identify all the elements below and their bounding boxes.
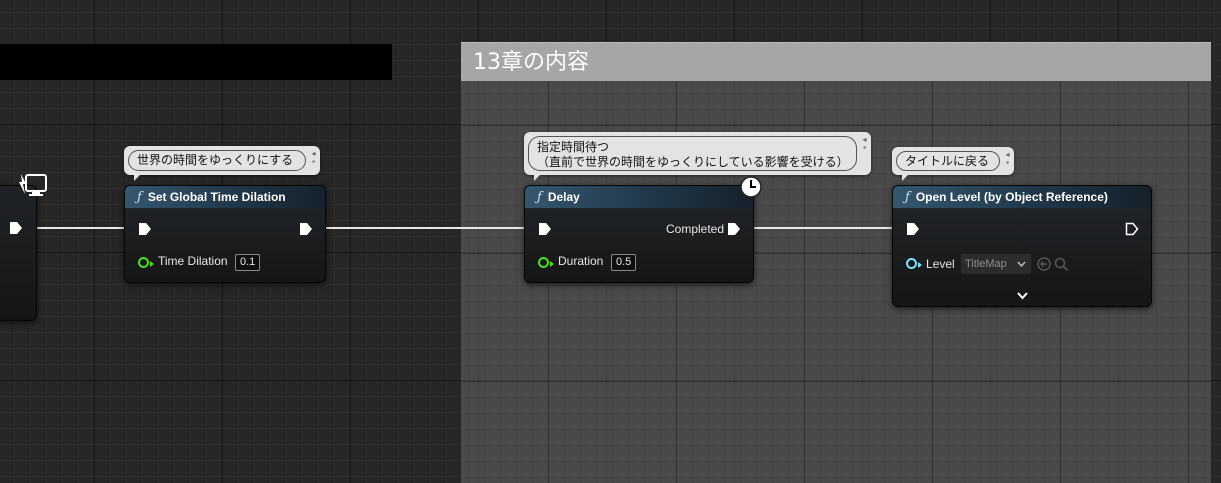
- node-header[interactable]: ƒ Delay: [525, 186, 753, 208]
- comment-bubble[interactable]: タイトルに戻る ◂ ▪: [892, 147, 1014, 181]
- float-pin[interactable]: [138, 257, 154, 268]
- function-icon: ƒ: [905, 190, 910, 205]
- duration-input[interactable]: 0.5: [611, 254, 637, 271]
- exec-pin-out[interactable]: [299, 222, 313, 236]
- comment-text: 指定時間待つ: [537, 140, 610, 154]
- pin-icon[interactable]: ◂ ▪: [860, 136, 869, 154]
- function-icon: ƒ: [537, 190, 542, 205]
- comment-box-black[interactable]: [0, 44, 392, 80]
- float-pin[interactable]: [538, 257, 554, 268]
- function-icon: ƒ: [137, 190, 142, 205]
- chevron-down-icon: [1017, 261, 1026, 267]
- exec-wire[interactable]: [742, 227, 904, 229]
- exec-pin-out[interactable]: [9, 221, 23, 235]
- comment-text: （直前で世界の時間をゆっくりにしている影響を受ける）: [537, 155, 849, 169]
- exec-pin-out[interactable]: [1125, 222, 1139, 236]
- comment-text: タイトルに戻る: [905, 154, 990, 168]
- level-value: TitleMap: [965, 258, 1007, 270]
- clock-icon: [740, 176, 762, 198]
- exec-pin-in[interactable]: [138, 222, 152, 236]
- node-title: Delay: [547, 190, 580, 204]
- time-dilation-input[interactable]: 0.1: [235, 254, 261, 271]
- node-title: Set Global Time Dilation: [147, 190, 286, 204]
- network-replication-icon: [19, 174, 47, 196]
- pin-label: Time Dilation: [158, 254, 228, 268]
- comment-text: 世界の時間をゆっくりにする: [137, 153, 294, 167]
- node-header[interactable]: ƒ Open Level (by Object Reference): [893, 186, 1151, 208]
- exec-pin-in[interactable]: [906, 222, 920, 236]
- node-left-partial[interactable]: [0, 185, 37, 321]
- pin-icon[interactable]: ◂ ▪: [1003, 151, 1012, 169]
- node-set-global-time-dilation[interactable]: ƒ Set Global Time Dilation Time Dilation …: [124, 185, 326, 283]
- node-title: Open Level (by Object Reference): [915, 190, 1108, 204]
- comment-bubble[interactable]: 指定時間待つ （直前で世界の時間をゆっくりにしている影響を受ける） ◂ ▪: [524, 132, 871, 181]
- exec-wire[interactable]: [22, 227, 138, 229]
- pin-label: Level: [926, 257, 955, 271]
- search-icon[interactable]: [1054, 257, 1069, 272]
- node-delay[interactable]: ƒ Delay Completed Duration 0.5: [524, 185, 754, 283]
- level-select[interactable]: TitleMap: [961, 254, 1031, 274]
- comment-group-title[interactable]: 13章の内容: [461, 43, 1211, 81]
- comment-bubble[interactable]: 世界の時間をゆっくりにする ◂ ▪: [124, 146, 320, 181]
- exec-wire[interactable]: [312, 227, 534, 229]
- pin-label: Duration: [558, 254, 604, 268]
- object-pin[interactable]: [906, 258, 922, 269]
- node-open-level[interactable]: ƒ Open Level (by Object Reference) Level …: [892, 185, 1152, 307]
- arrow-left-circle-icon[interactable]: [1037, 257, 1051, 271]
- node-header[interactable]: ƒ Set Global Time Dilation: [125, 186, 325, 208]
- exec-pin-in[interactable]: [538, 222, 552, 236]
- exec-pin-out[interactable]: [727, 222, 741, 236]
- chevron-down-icon[interactable]: [1017, 292, 1028, 300]
- pin-icon[interactable]: ◂ ▪: [309, 150, 318, 168]
- completed-label: Completed: [666, 222, 725, 236]
